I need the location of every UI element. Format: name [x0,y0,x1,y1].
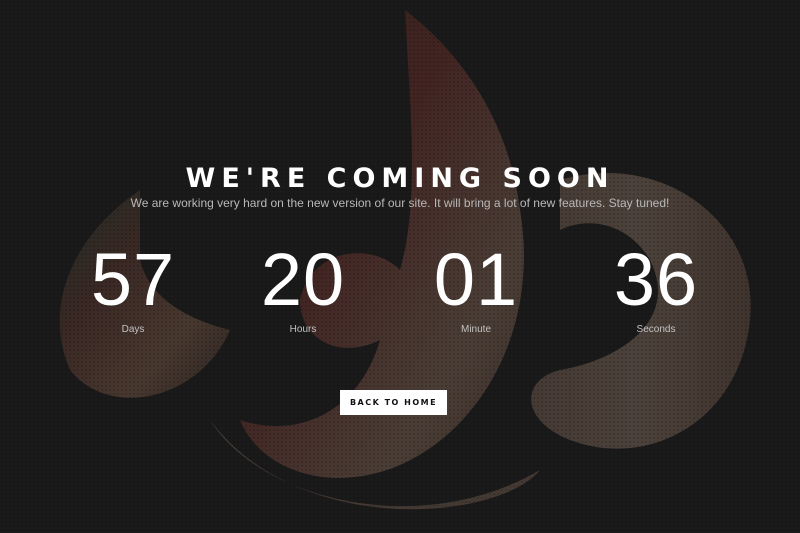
countdown-hours: 20 Hours [233,240,373,337]
countdown-days-label: Days [121,324,145,335]
countdown-hours-value: 20 [260,238,346,321]
countdown-seconds-label: Seconds [636,324,676,335]
countdown-minutes-label: Minute [460,324,491,335]
countdown-hours-label: Hours [289,324,317,335]
countdown-days-value: 57 [90,238,176,321]
countdown-seconds: 36 Seconds [586,240,726,337]
page-title: WE'RE COMING SOON [185,163,615,194]
main-content: WE'RE COMING SOON We are working very ha… [0,0,800,533]
back-to-home-button[interactable]: BACK TO HOME [340,390,447,415]
page-subtitle: We are working very hard on the new vers… [130,196,670,210]
coming-soon-page: WE'RE COMING SOON We are working very ha… [0,0,800,533]
countdown-days: 57 Days [63,240,203,337]
countdown-minutes: 01 Minute [406,240,546,337]
countdown-minutes-value: 01 [433,238,519,321]
countdown-seconds-value: 36 [613,238,699,321]
